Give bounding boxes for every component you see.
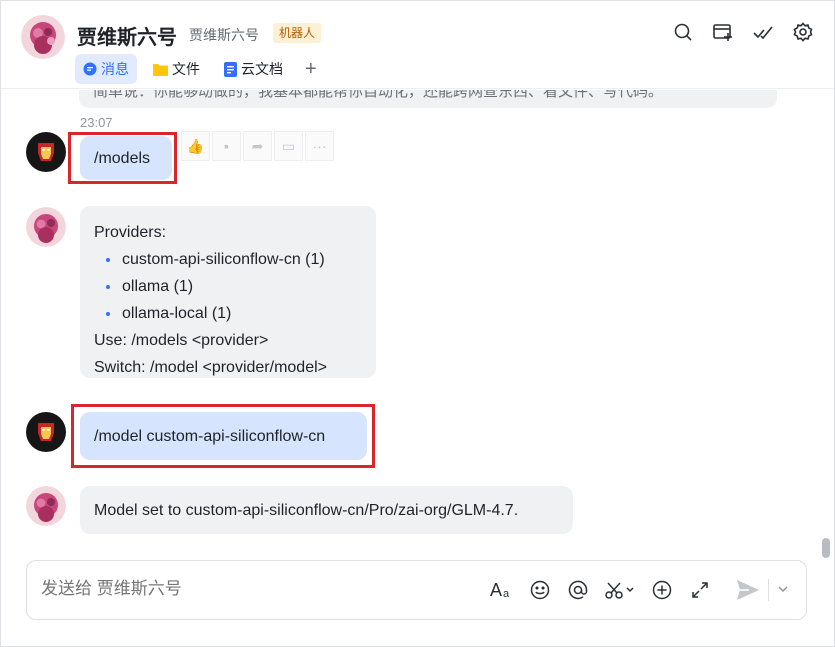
bot-badge: 机器人 (273, 23, 322, 43)
add-circle-icon[interactable] (649, 577, 675, 603)
highlight-box-1 (68, 132, 177, 184)
forward-icon[interactable]: ➦ (243, 131, 272, 161)
chat-window: 贾维斯六号 贾维斯六号 机器人 消息 文件 云文档 + 简单说：你能够动做的，我… (0, 0, 835, 647)
switch-line: Switch: /model <provider/model> (94, 359, 327, 376)
use-line: Use: /models <provider> (94, 332, 269, 349)
text-format-icon[interactable]: Aa (489, 577, 515, 603)
provider-item: custom-api-siliconflow-cn (1) (94, 246, 362, 273)
user-avatar[interactable] (26, 412, 66, 452)
scissors-icon[interactable] (603, 577, 637, 603)
more-icon[interactable]: ··· (305, 131, 334, 161)
chat-title: 贾维斯六号 (77, 27, 177, 49)
mention-icon[interactable] (565, 577, 591, 603)
tab-messages[interactable]: 消息 (75, 54, 137, 84)
bot-avatar-large[interactable] (21, 15, 65, 59)
message-input[interactable] (41, 579, 441, 599)
search-icon[interactable] (670, 19, 696, 45)
tab-messages-label: 消息 (101, 61, 129, 77)
check-mark-icon[interactable] (750, 19, 776, 45)
send-icon[interactable] (735, 577, 761, 603)
iron-man-icon (38, 423, 54, 441)
quote-icon[interactable]: ▭ (274, 131, 303, 161)
message-timestamp: 23:07 (80, 115, 113, 130)
scrollbar-thumb[interactable] (822, 538, 830, 558)
bot-message-providers: Providers: custom-api-siliconflow-cn (1)… (80, 206, 376, 378)
highlight-box-2 (71, 404, 375, 468)
send-divider (768, 579, 769, 601)
provider-item: ollama-local (1) (94, 300, 362, 327)
iron-man-icon (38, 143, 54, 161)
chat-tabs: 消息 文件 云文档 + (75, 54, 323, 84)
provider-item: ollama (1) (94, 273, 362, 300)
bot-avatar[interactable] (26, 207, 66, 247)
tab-cloud-docs[interactable]: 云文档 (216, 54, 291, 84)
emoji-icon[interactable] (527, 577, 553, 603)
thumbs-up-icon[interactable]: 👍 (181, 131, 210, 161)
bot-message-model-set: Model set to custom-api-siliconflow-cn/P… (80, 486, 573, 534)
previous-bot-message: 简单说：你能够动做的，我基本都能帮你自动化，还能跨网查东西、看文件、写代码。 (79, 90, 777, 108)
svg-text:a: a (503, 588, 510, 600)
doc-icon (224, 61, 237, 77)
message-list[interactable]: 简单说：你能够动做的，我基本都能帮你自动化，还能跨网查东西、看文件、写代码。 2… (1, 90, 834, 550)
user-avatar[interactable] (26, 132, 66, 172)
settings-icon[interactable] (790, 19, 816, 45)
reply-icon[interactable]: ▪ (212, 131, 241, 161)
chevron-down-icon[interactable] (775, 581, 791, 597)
tab-files[interactable]: 文件 (145, 54, 208, 84)
message-actions: 👍 ▪ ➦ ▭ ··· (181, 131, 334, 161)
expand-icon[interactable] (687, 577, 713, 603)
chat-subtitle: 贾维斯六号 (189, 27, 259, 43)
folder-icon (153, 63, 168, 76)
tab-cloud-docs-label: 云文档 (241, 61, 283, 77)
add-tab-button[interactable]: + (299, 58, 323, 81)
chat-header: 贾维斯六号 贾维斯六号 机器人 消息 文件 云文档 + (1, 1, 834, 89)
tab-files-label: 文件 (172, 61, 200, 77)
providers-heading: Providers: (94, 224, 167, 241)
add-window-icon[interactable] (710, 19, 736, 45)
message-composer: Aa (26, 560, 807, 620)
providers-list: custom-api-siliconflow-cn (1) ollama (1)… (94, 246, 362, 327)
svg-text:A: A (490, 580, 502, 600)
chat-bubble-icon (83, 62, 97, 76)
bot-avatar[interactable] (26, 486, 66, 526)
